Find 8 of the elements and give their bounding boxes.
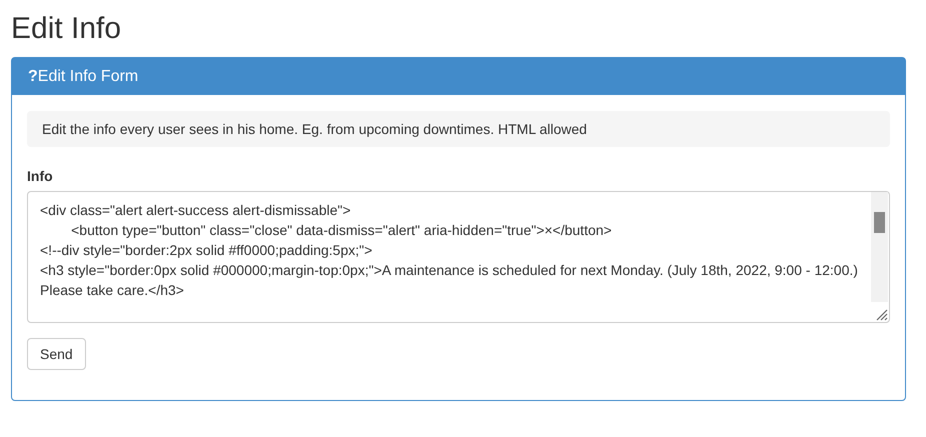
resize-grip-icon[interactable]	[874, 307, 888, 321]
help-text: Edit the info every user sees in his home. Eg. from upcoming downtimes. HTML allowed	[27, 111, 890, 147]
page-title: Edit Info	[11, 11, 122, 47]
panel-title: ?Edit Info Form	[28, 68, 138, 86]
scrollbar[interactable]	[871, 192, 888, 302]
info-textarea[interactable]: <div class="alert alert-success alert-dismissable"> <button type="button" class="close" data-dismiss="alert" aria-hidden="true">×</button> <!--div style="border:2px solid #ff0000;padding:5px;"> <h3 style="border:0px solid #000000;margin-top:0px;">A maintenance is scheduled for next Monday. (July 18th, 2022, 9:00 - 12:00.) Please take care.</h3>	[27, 191, 890, 323]
send-button[interactable]: Send	[27, 338, 86, 370]
field-label: Info	[27, 168, 54, 184]
